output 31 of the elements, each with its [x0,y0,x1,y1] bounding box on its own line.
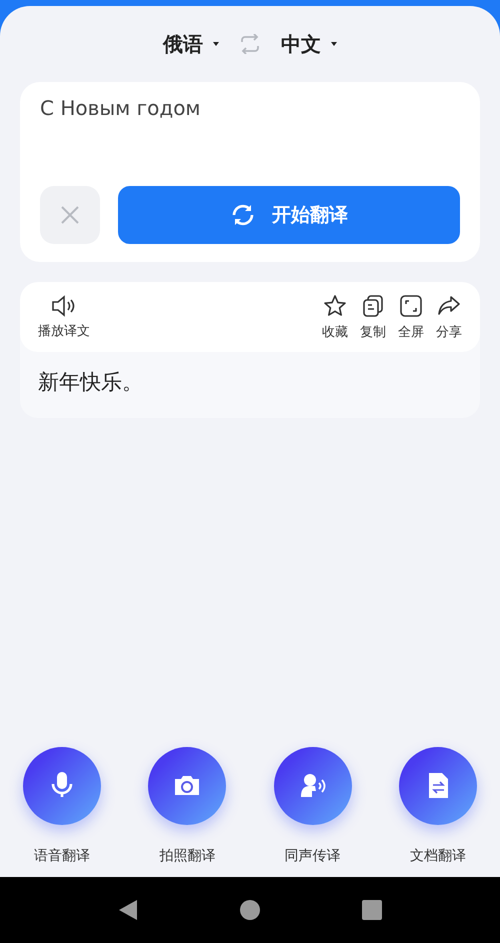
input-field[interactable]: С Новым годом 开始翻译 [20,82,480,262]
fullscreen-button[interactable]: 全屏 [398,294,424,340]
close-icon [60,205,80,225]
mic-translate-button[interactable] [23,747,101,825]
feature-label: 拍照翻译 [159,847,216,865]
dropdown-icon [213,42,219,46]
copy-button[interactable]: 复制 [360,294,386,340]
speaker-translate-button[interactable] [274,747,352,825]
dropdown-icon [331,42,337,46]
target-language-dropdown[interactable]: 中文 [281,30,337,58]
translation-text: 新年快乐。 [37,369,144,396]
share-button[interactable]: 分享 [436,294,462,340]
input-field[interactable]: С Новым годом [40,96,460,176]
refresh-icon [230,202,256,228]
home-icon[interactable] [239,899,261,921]
fullscreen-icon [399,294,423,318]
copy-icon [361,294,385,318]
recents-icon[interactable] [361,899,383,921]
speaker-icon [51,294,77,316]
play-translation-button[interactable]: 播放译文 [38,294,90,340]
translate-button[interactable]: 开始翻译 [118,186,460,244]
camera-translate-button[interactable] [148,747,226,825]
share-icon [437,294,461,318]
feature-label: 语音翻译 [34,847,90,865]
star-icon [323,294,347,318]
document-translate-button[interactable] [398,747,477,825]
back-icon[interactable] [117,899,139,921]
star-button[interactable]: 收藏 [322,294,348,340]
feature-label: 文档翻译 [410,847,466,865]
feature-label: 同声传译 [284,847,341,865]
source-language-dropdown[interactable]: 俄语 [163,30,219,58]
